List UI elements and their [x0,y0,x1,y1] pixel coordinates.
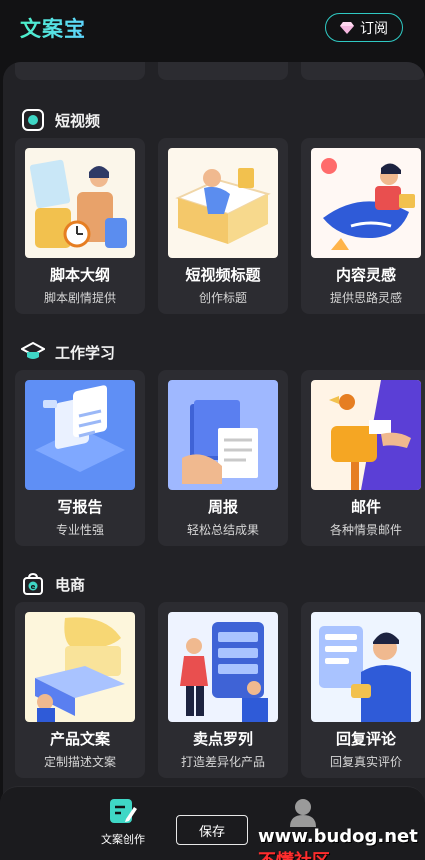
main-panel: 短视频 脚本大纲 脚本剧情提供 短视频标题 创作标题 内容灵感 提供思路灵感 工… [3,62,425,802]
card-title: 内容灵感 [335,266,396,284]
graduation-cap-icon [21,341,45,359]
mailbox-illustration [311,380,421,490]
report-illustration [25,380,135,490]
section-title: 工作学习 [55,343,116,362]
card-title: 周报 [207,498,238,516]
card-product-copy[interactable]: 产品文案 定制描述文案 [15,602,145,778]
user-icon[interactable] [288,797,318,827]
card-title: 卖点罗列 [192,730,253,748]
app-logo: 文案宝 [20,13,86,43]
subscribe-button[interactable]: 订阅 [325,13,403,42]
card-title: 脚本大纲 [49,266,110,284]
card-title: 回复评论 [335,730,396,748]
watermark: www.budog.net 不懂社区 [258,826,425,860]
card-short-video-title[interactable]: 短视频标题 创作标题 [158,138,288,314]
svg-text:e: e [31,583,36,591]
selling-points-illustration [168,612,278,722]
section-header-ecommerce: e 电商 [21,572,85,596]
card-description: 定制描述文案 [43,755,116,769]
script-illustration [25,148,135,258]
reply-illustration [311,612,421,722]
product-illustration [25,612,135,722]
section-title: 短视频 [55,111,101,130]
card-script-outline[interactable]: 脚本大纲 脚本剧情提供 [15,138,145,314]
section-title: 电商 [55,575,86,594]
nav-tab-create[interactable]: 文案创作 [95,797,151,847]
section-header-work-study: 工作学习 [21,340,115,364]
nav-tab-create-label: 文案创作 [101,833,145,846]
card-description: 打造差异化产品 [180,755,265,769]
card-description: 提供思路灵感 [329,291,402,305]
shopping-bag-icon: e [23,572,43,595]
card-write-report[interactable]: 写报告 专业性强 [15,370,145,546]
card-content-inspiration[interactable]: 内容灵感 提供思路灵感 [301,138,425,314]
card-stub [158,62,288,80]
watermark-url: www.budog.net [258,826,418,847]
card-stub [15,62,145,80]
book-illustration [168,148,278,258]
weekly-report-illustration [168,380,278,490]
card-selling-points[interactable]: 卖点罗列 打造差异化产品 [158,602,288,778]
subscribe-label: 订阅 [360,20,388,37]
card-title: 短视频标题 [185,266,261,284]
card-description: 创作标题 [198,291,247,305]
card-description: 各种情景邮件 [329,523,402,537]
card-title: 产品文案 [49,730,110,748]
diamond-icon [340,21,354,34]
card-stub [301,62,425,80]
card-email[interactable]: 邮件 各种情景邮件 [301,370,425,546]
card-title: 邮件 [350,498,381,516]
top-bar: 文案宝 订阅 [0,0,425,58]
card-description: 专业性强 [55,523,104,537]
card-weekly-report[interactable]: 周报 轻松总结成果 [158,370,288,546]
card-description: 轻松总结成果 [186,523,259,537]
watermark-name: 不懂社区 [258,851,330,860]
camera-icon [22,109,44,131]
section-header-short-video: 短视频 [21,108,100,132]
previous-row-stubs [3,62,425,80]
card-description: 回复真实评价 [329,755,402,769]
save-button[interactable]: 保存 [176,815,248,845]
card-title: 写报告 [57,498,103,516]
card-reply-reviews[interactable]: 回复评论 回复真实评价 [301,602,425,778]
rocket-illustration [311,148,421,258]
card-description: 脚本剧情提供 [43,291,116,305]
edit-document-icon [110,799,137,823]
